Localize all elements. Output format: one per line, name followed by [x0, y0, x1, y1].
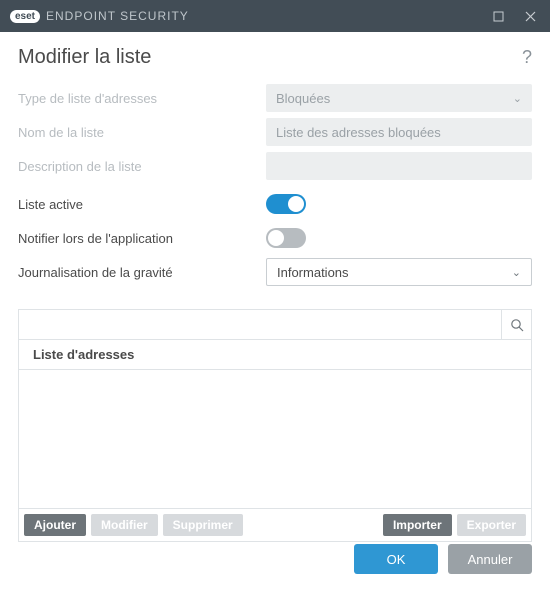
footer: OK Annuler [0, 530, 550, 600]
maximize-icon [493, 11, 504, 22]
toggle-list-active[interactable] [266, 194, 306, 214]
page-title: Modifier la liste [18, 46, 151, 69]
label-notify: Notifier lors de l'application [18, 231, 266, 246]
search-row [19, 310, 531, 340]
chevron-down-icon: ⌄ [512, 266, 521, 279]
maximize-button[interactable] [484, 4, 512, 28]
row-severity: Journalisation de la gravité Information… [18, 257, 532, 287]
close-button[interactable] [516, 4, 544, 28]
select-severity[interactable]: Informations ⌄ [266, 258, 532, 286]
chevron-down-icon: ⌄ [513, 92, 522, 105]
row-list-active: Liste active [18, 189, 532, 219]
select-list-type: Bloquées ⌄ [266, 84, 532, 112]
ok-button[interactable]: OK [354, 544, 438, 574]
input-list-name: Liste des adresses bloquées [266, 118, 532, 146]
page-header: Modifier la liste ? [18, 46, 532, 69]
content: Modifier la liste ? Type de liste d'adre… [0, 32, 550, 542]
search-input[interactable] [19, 310, 501, 339]
window-controls [484, 4, 544, 28]
label-list-active: Liste active [18, 197, 266, 212]
row-list-description: Description de la liste [18, 151, 532, 181]
select-list-type-value: Bloquées [276, 91, 330, 106]
brand: eset ENDPOINT SECURITY [10, 9, 189, 23]
input-list-name-value: Liste des adresses bloquées [276, 125, 441, 140]
titlebar: eset ENDPOINT SECURITY [0, 0, 550, 32]
cancel-button[interactable]: Annuler [448, 544, 532, 574]
search-icon [510, 318, 524, 332]
brand-logo: eset [10, 10, 40, 23]
input-list-description [266, 152, 532, 180]
row-notify: Notifier lors de l'application [18, 223, 532, 253]
row-list-name: Nom de la liste Liste des adresses bloqu… [18, 117, 532, 147]
search-button[interactable] [501, 310, 531, 339]
label-list-description: Description de la liste [18, 159, 266, 174]
label-list-name: Nom de la liste [18, 125, 266, 140]
label-severity: Journalisation de la gravité [18, 265, 266, 280]
select-severity-value: Informations [277, 265, 349, 280]
close-icon [525, 11, 536, 22]
toggle-knob [288, 196, 304, 212]
row-list-type: Type de liste d'adresses Bloquées ⌄ [18, 83, 532, 113]
help-button[interactable]: ? [522, 47, 532, 68]
address-list-panel: Liste d'adresses Ajouter Modifier Suppri… [18, 309, 532, 542]
list-header: Liste d'adresses [19, 340, 531, 370]
toggle-knob [268, 230, 284, 246]
list-body[interactable] [19, 370, 531, 508]
label-list-type: Type de liste d'adresses [18, 91, 266, 106]
brand-text: ENDPOINT SECURITY [46, 9, 189, 23]
toggle-notify[interactable] [266, 228, 306, 248]
